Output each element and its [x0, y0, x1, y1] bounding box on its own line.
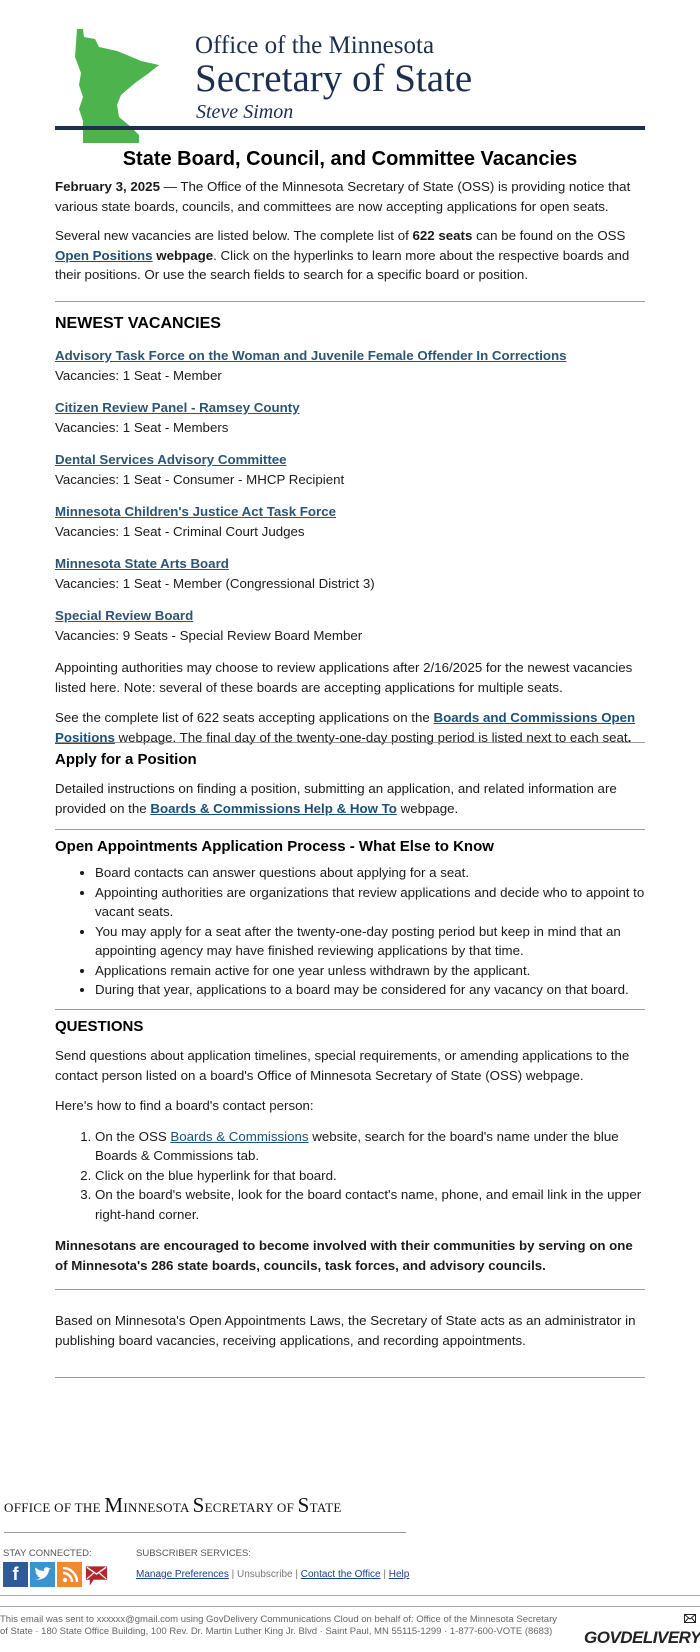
- questions-text: Send questions about application timelin…: [55, 1048, 630, 1083]
- contact-steps-list: On the OSS Boards & Commissions website,…: [55, 1127, 645, 1225]
- questions-howto: Here's how to find a board's contact per…: [55, 1098, 314, 1113]
- vacancy-seats: Vacancies: 1 Seat - Criminal Court Judge…: [55, 523, 305, 539]
- vacancy-item: Special Review Board Vacancies: 9 Seats …: [55, 606, 645, 645]
- govdelivery-logo[interactable]: GOVDELIVERY: [584, 1628, 700, 1648]
- header-name-line: Steve Simon: [196, 101, 294, 123]
- vacancy-seats: Vacancies: 9 Seats - Special Review Boar…: [55, 627, 363, 643]
- vacancy-link[interactable]: Advisory Task Force on the Woman and Juv…: [55, 346, 567, 366]
- twitter-icon[interactable]: [30, 1562, 55, 1587]
- stay-connected-label: STAY CONNECTED:: [3, 1548, 92, 1559]
- vacancy-item: Minnesota Children's Justice Act Task Fo…: [55, 502, 645, 541]
- vacancy-link[interactable]: Citizen Review Panel - Ramsey County: [55, 398, 300, 418]
- divider: [55, 301, 645, 302]
- list-item: Board contacts can answer questions abou…: [95, 863, 645, 883]
- vacancy-item: Citizen Review Panel - Ramsey County Vac…: [55, 398, 645, 437]
- list-item: On the board's website, look for the boa…: [95, 1185, 645, 1224]
- footer-divider: [0, 1606, 700, 1607]
- apply-section: Apply for a Position Detailed instructio…: [55, 751, 645, 818]
- list-item: During that year, applications to a boar…: [95, 980, 645, 1000]
- vacancy-seats: Vacancies: 1 Seat - Member: [55, 367, 222, 383]
- divider: [55, 829, 645, 830]
- laws-text: Based on Minnesota's Open Appointments L…: [55, 1313, 636, 1348]
- process-section: Open Appointments Application Process - …: [55, 838, 645, 1000]
- open-positions-link[interactable]: Open Positions: [55, 248, 153, 263]
- header-divider-bar: [55, 126, 645, 130]
- footer-divider: [4, 1532, 406, 1533]
- envelope-icon: [684, 1614, 696, 1623]
- page-title: State Board, Council, and Committee Vaca…: [122, 148, 578, 170]
- divider: [55, 1009, 645, 1010]
- list-item: On the OSS Boards & Commissions website,…: [95, 1127, 645, 1166]
- legal-text: This email was sent to xxxxxx@gmail.com …: [0, 1614, 558, 1637]
- divider: [55, 1377, 645, 1378]
- footer-divider: [0, 1595, 700, 1596]
- laws-section: Based on Minnesota's Open Appointments L…: [55, 1311, 645, 1350]
- intro-date: February 3, 2025: [55, 179, 160, 194]
- questions-heading: QUESTIONS: [55, 1018, 144, 1035]
- subscriber-links: Manage Preferences | Unsubscribe | Conta…: [136, 1569, 410, 1580]
- footer-org-name: OFFICE OF THE MINNESOTA SECRETARY OF STA…: [4, 1493, 342, 1517]
- vacancy-link[interactable]: Special Review Board: [55, 606, 193, 626]
- apply-heading: Apply for a Position: [55, 751, 197, 768]
- vacancy-seats: Vacancies: 1 Seat - Consumer - MHCP Reci…: [55, 471, 345, 487]
- vacancy-link[interactable]: Minnesota State Arts Board: [55, 554, 229, 574]
- vacancy-item: Minnesota State Arts Board Vacancies: 1 …: [55, 554, 645, 593]
- vacancy-link[interactable]: Minnesota Children's Justice Act Task Fo…: [55, 502, 336, 522]
- facebook-icon[interactable]: f: [3, 1562, 28, 1587]
- social-icons: f: [3, 1562, 109, 1587]
- divider: [55, 742, 645, 743]
- list-item: Appointing authorities are organizations…: [95, 883, 645, 922]
- intro-paragraph: February 3, 2025 — The Office of the Min…: [55, 179, 631, 214]
- encouragement-text: Minnesotans are encouraged to become inv…: [55, 1238, 633, 1273]
- header-secretary-line: Secretary of State: [195, 57, 473, 100]
- vacancy-item: Advisory Task Force on the Woman and Juv…: [55, 346, 645, 385]
- help-how-to-link[interactable]: Boards & Commissions Help & How To: [150, 801, 397, 816]
- vacancy-item: Dental Services Advisory Committee Vacan…: [55, 450, 645, 489]
- unsubscribe-link[interactable]: Unsubscribe: [237, 1569, 293, 1580]
- list-item: Applications remain active for one year …: [95, 961, 645, 981]
- subscriber-services-label: SUBSCRIBER SERVICES:: [136, 1548, 251, 1559]
- intro-paragraph-2: Several new vacancies are listed below. …: [55, 228, 630, 282]
- rss-icon[interactable]: [57, 1562, 82, 1587]
- list-item: Click on the blue hyperlink for that boa…: [95, 1166, 645, 1186]
- email-icon[interactable]: [84, 1562, 109, 1587]
- newest-vacancies-heading: NEWEST VACANCIES: [55, 315, 221, 332]
- newest-vacancies-section: NEWEST VACANCIES Advisory Task Force on …: [55, 315, 645, 747]
- header-banner: Office of the Minnesota Secretary of Sta…: [55, 22, 645, 143]
- manage-preferences-link[interactable]: Manage Preferences: [136, 1569, 229, 1580]
- vacancy-link[interactable]: Dental Services Advisory Committee: [55, 450, 287, 470]
- review-note: Appointing authorities may choose to rev…: [55, 660, 633, 695]
- divider: [55, 1289, 645, 1290]
- contact-office-link[interactable]: Contact the Office: [301, 1569, 381, 1580]
- process-heading: Open Appointments Application Process - …: [55, 838, 494, 855]
- vacancy-seats: Vacancies: 1 Seat - Members: [55, 419, 229, 435]
- help-link[interactable]: Help: [389, 1569, 410, 1580]
- process-list: Board contacts can answer questions abou…: [55, 863, 645, 1000]
- list-item: You may apply for a seat after the twent…: [95, 922, 645, 961]
- questions-section: QUESTIONS Send questions about applicati…: [55, 1018, 645, 1275]
- vacancy-seats: Vacancies: 1 Seat - Member (Congressiona…: [55, 575, 375, 591]
- boards-commissions-link[interactable]: Boards & Commissions: [170, 1129, 308, 1144]
